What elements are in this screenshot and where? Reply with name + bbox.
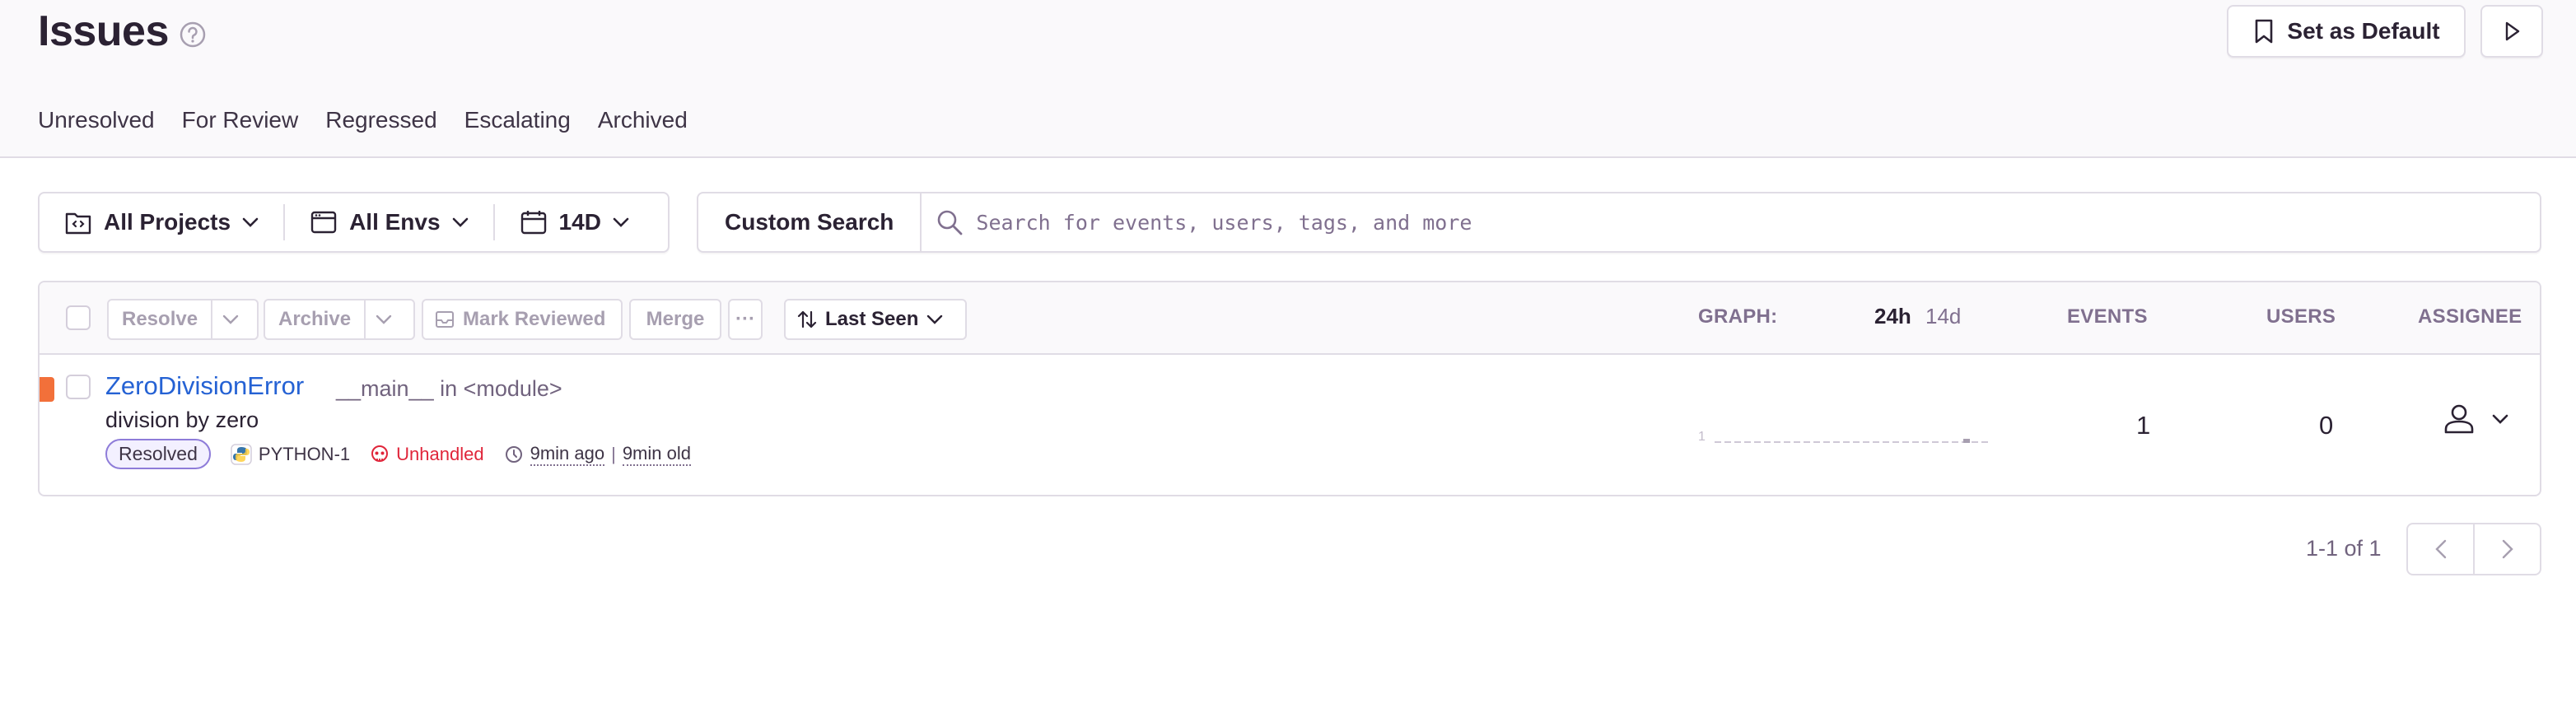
event-sparkline: 1 — [1698, 430, 1990, 444]
graph-column-header: GRAPH: — [1698, 305, 1778, 328]
resolve-button-group: Resolve — [107, 299, 259, 340]
mark-reviewed-label: Mark Reviewed — [463, 308, 606, 330]
issue-row[interactable]: ZeroDivisionError __main__ in <module> d… — [40, 356, 2540, 495]
short-id-label: PYTHON-1 — [258, 443, 351, 464]
page-title: Issues — [38, 7, 169, 55]
search-bar: Custom Search — [697, 192, 2541, 253]
last-seen[interactable]: 9min ago — [530, 443, 605, 466]
python-icon — [231, 443, 252, 465]
page-header: Issues Set as Default Unresolved For Rev… — [0, 0, 2576, 158]
graph-period-14d[interactable]: 14d — [1925, 304, 1961, 329]
next-page-button[interactable] — [2473, 524, 2540, 574]
project-filter[interactable]: All Projects — [40, 193, 283, 251]
date-filter-label: 14D — [558, 209, 601, 235]
time-divider: | — [611, 443, 616, 464]
issue-title-link[interactable]: ZeroDivisionError — [105, 371, 304, 401]
unhandled-label: Unhandled — [396, 443, 484, 464]
issue-list-header: Resolve Archive Mark Reviewed Merge ··· … — [40, 282, 2540, 355]
custom-search-button[interactable]: Custom Search — [698, 193, 922, 251]
short-id[interactable]: PYTHON-1 — [231, 444, 350, 465]
play-icon — [2505, 21, 2520, 41]
help-icon[interactable] — [179, 21, 207, 49]
sparkline-max-label: 1 — [1698, 430, 1706, 444]
issue-tabs: Unresolved For Review Regressed Escalati… — [38, 107, 715, 133]
bookmark-icon — [2256, 19, 2273, 44]
archive-button[interactable]: Archive — [265, 300, 364, 338]
issue-checkbox[interactable] — [66, 375, 91, 399]
project-icon — [65, 212, 91, 235]
merge-button[interactable]: Merge — [629, 299, 721, 340]
status-badge: Resolved — [105, 439, 211, 469]
more-actions-button[interactable]: ··· — [728, 299, 763, 340]
previous-page-button[interactable] — [2408, 524, 2473, 574]
select-all-checkbox[interactable] — [66, 305, 91, 330]
page-filter-bar: All Projects All Envs 14D — [38, 192, 670, 253]
issue-meta: Resolved PYTHON-1 Unhandled 9min ago | 9… — [105, 439, 691, 469]
chevron-down-icon — [222, 314, 239, 324]
skull-icon — [371, 445, 389, 462]
time-info: 9min ago | 9min old — [504, 443, 691, 466]
chevron-right-icon — [2502, 539, 2513, 559]
assignee-column-header: ASSIGNEE — [2418, 305, 2522, 328]
resolve-button[interactable]: Resolve — [109, 300, 211, 338]
issue-location: __main__ in <module> — [336, 376, 562, 401]
users-column-header: USERS — [2266, 305, 2336, 328]
sort-icon — [797, 310, 817, 328]
events-count: 1 — [2136, 411, 2151, 440]
project-filter-label: All Projects — [104, 209, 231, 235]
archive-dropdown[interactable] — [364, 300, 402, 338]
search-icon — [938, 210, 963, 235]
issue-list-panel: Resolve Archive Mark Reviewed Merge ··· … — [38, 281, 2541, 496]
clock-icon — [505, 445, 522, 463]
chevron-down-icon — [376, 314, 392, 324]
chevron-down-icon — [927, 314, 943, 324]
issue-message: division by zero — [105, 408, 259, 432]
tab-for-review[interactable]: For Review — [182, 107, 299, 133]
sort-button[interactable]: Last Seen — [784, 299, 967, 340]
pagination-controls — [2406, 523, 2541, 575]
set-as-default-button[interactable]: Set as Default — [2227, 5, 2466, 58]
date-filter[interactable]: 14D — [495, 193, 654, 251]
calendar-icon — [520, 211, 546, 235]
chevron-down-icon — [242, 217, 259, 227]
user-icon — [2444, 404, 2474, 434]
play-button[interactable] — [2480, 5, 2543, 58]
users-count: 0 — [2319, 411, 2334, 440]
tab-regressed[interactable]: Regressed — [325, 107, 436, 133]
mark-reviewed-button[interactable]: Mark Reviewed — [422, 299, 623, 340]
environment-filter-label: All Envs — [349, 209, 441, 235]
tab-unresolved[interactable]: Unresolved — [38, 107, 155, 133]
environment-filter[interactable]: All Envs — [285, 193, 492, 251]
tab-escalating[interactable]: Escalating — [464, 107, 571, 133]
assignee-selector[interactable] — [2443, 403, 2508, 436]
tab-archived[interactable]: Archived — [598, 107, 688, 133]
sort-label: Last Seen — [825, 308, 919, 330]
unhandled-tag: Unhandled — [370, 443, 484, 465]
inbox-icon — [436, 311, 454, 328]
graph-period-24h[interactable]: 24h — [1874, 304, 1911, 329]
archive-button-group: Archive — [264, 299, 415, 340]
pagination-caption: 1-1 of 1 — [2306, 536, 2382, 561]
chevron-left-icon — [2434, 539, 2446, 559]
events-column-header: EVENTS — [2067, 305, 2148, 328]
set-as-default-label: Set as Default — [2287, 18, 2440, 44]
chevron-down-icon — [613, 217, 629, 227]
search-input[interactable] — [976, 210, 2212, 235]
resolve-dropdown[interactable] — [211, 300, 249, 338]
chevron-down-icon — [452, 217, 468, 227]
level-indicator — [40, 377, 54, 402]
chevron-down-icon — [2492, 414, 2508, 424]
window-icon — [310, 211, 337, 234]
first-seen-age[interactable]: 9min old — [622, 443, 691, 466]
